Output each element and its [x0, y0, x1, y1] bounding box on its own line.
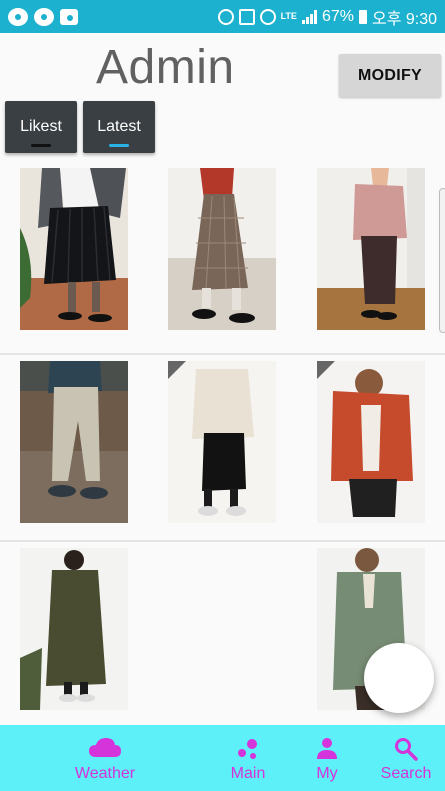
notification-icons	[8, 7, 78, 26]
grid-row	[0, 168, 445, 355]
grid-row	[0, 355, 445, 542]
cloud-icon	[89, 738, 121, 757]
screen: LTE 67% 오후 9:30 Admin MODIFY Likest Late…	[0, 0, 445, 791]
bubbles-icon	[238, 739, 257, 759]
floating-action-button[interactable]	[364, 643, 434, 713]
nav-weather[interactable]: Weather	[66, 725, 144, 791]
signal-icon	[301, 9, 317, 24]
search-icon	[395, 738, 418, 761]
bottom-nav: Weather Main My Search	[0, 725, 445, 791]
edge-handle[interactable]	[439, 188, 445, 333]
modify-button[interactable]: MODIFY	[339, 54, 441, 97]
circle-app-icon	[8, 7, 28, 26]
tab-latest-indicator	[109, 144, 129, 147]
nav-main-label: Main	[230, 765, 266, 782]
photo-pink-knit-outfit[interactable]	[317, 168, 425, 330]
data-saver-icon	[217, 8, 234, 25]
grid-row	[0, 542, 445, 752]
gallery-icon	[60, 8, 78, 25]
alarm-icon	[259, 8, 276, 25]
nav-search-label: Search	[380, 765, 432, 782]
photo-khaki-coat-outfit[interactable]	[20, 548, 128, 710]
page-title: Admin	[96, 41, 235, 94]
photo-check-skirt-outfit[interactable]	[168, 168, 276, 330]
photo-pleated-skirt-outfit[interactable]	[20, 168, 128, 330]
lte-icon: LTE	[280, 11, 297, 21]
tab-latest-label: Latest	[97, 118, 141, 135]
nav-weather-label: Weather	[74, 765, 136, 782]
tab-latest[interactable]: Latest	[83, 101, 155, 153]
system-tray: LTE 67% 오후 9:30	[217, 5, 437, 29]
mute-icon	[238, 8, 255, 25]
photo-fleece-jacket-outfit[interactable]	[168, 361, 276, 523]
talk-icon	[34, 7, 54, 26]
photo-orange-hoodie-outfit[interactable]	[317, 361, 425, 523]
nav-main[interactable]: Main	[222, 725, 274, 791]
battery-icon	[358, 9, 367, 24]
tab-likest-indicator	[31, 144, 51, 147]
tab-likest[interactable]: Likest	[5, 101, 77, 153]
nav-my[interactable]: My	[305, 725, 349, 791]
status-time: 오후 9:30	[371, 10, 437, 28]
photo-chino-pants-outfit[interactable]	[20, 361, 128, 523]
nav-my-label: My	[316, 765, 338, 782]
status-bar: LTE 67% 오후 9:30	[0, 0, 445, 33]
person-icon	[317, 738, 337, 759]
tab-likest-label: Likest	[20, 118, 62, 135]
battery-percent: 67%	[321, 7, 354, 25]
nav-search[interactable]: Search	[373, 725, 439, 791]
